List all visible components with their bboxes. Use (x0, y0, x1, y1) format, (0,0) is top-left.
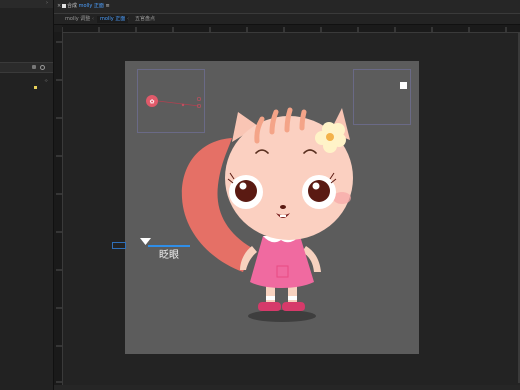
tab-molly-front[interactable]: molly 正面 (97, 16, 129, 23)
composition-icon (62, 4, 66, 8)
shoe-left (258, 302, 281, 311)
tab-separator: ‹ (127, 16, 129, 22)
dress (250, 236, 314, 288)
tag-icon[interactable] (32, 65, 36, 69)
tab-features[interactable]: 五官盘点 (132, 16, 158, 23)
layer-color-swatch[interactable] (34, 86, 37, 89)
eye-left (235, 180, 257, 202)
ruler-ticks (62, 27, 507, 32)
slider-track[interactable] (148, 245, 190, 247)
ruler-ticks (56, 41, 62, 383)
character-molly (181, 107, 353, 322)
panel-menu-icon[interactable]: › (46, 1, 49, 6)
eye-left-highlight (239, 182, 247, 190)
ruler-horizontal[interactable] (62, 25, 520, 33)
sock-left (266, 296, 275, 300)
null-layer-handle[interactable] (400, 82, 407, 89)
joystick-knob-glyph: ✿ (149, 99, 154, 106)
eye-right (308, 180, 330, 202)
link-icon[interactable]: ⁘ (44, 79, 48, 84)
anchor-point-box[interactable] (112, 242, 126, 249)
nose (280, 205, 286, 209)
breadcrumb-item[interactable]: molly 正面 (79, 3, 104, 9)
close-icon[interactable]: × (57, 4, 61, 9)
composition-canvas[interactable]: ✿ 眨眼 (125, 61, 419, 354)
teeth (280, 215, 286, 217)
menu-icon[interactable]: ≡ (105, 3, 109, 9)
tab-separator: ‹ (92, 16, 94, 22)
circle-icon[interactable] (40, 65, 45, 70)
sock-right (288, 296, 297, 300)
rig-label: 眨眼 (159, 250, 179, 261)
tab-molly-adjust[interactable]: molly 调整 (62, 16, 93, 23)
character-shadow (248, 310, 316, 322)
left-panel: › (0, 0, 54, 390)
panel-header: × 合成 molly 正面 ≡ (54, 0, 520, 13)
eye-right-highlight (312, 182, 320, 190)
breadcrumb: 合成 molly 正面 ≡ (67, 3, 110, 9)
ruler-vertical[interactable] (54, 32, 63, 386)
shoe-right (282, 302, 305, 311)
viewer-footer (54, 385, 520, 390)
tab-bar: molly 调整 ‹ molly 正面 ‹ 五官盘点 (54, 14, 520, 25)
layer-toolbar (0, 62, 53, 73)
breadcrumb-item[interactable]: 合成 (67, 3, 77, 9)
